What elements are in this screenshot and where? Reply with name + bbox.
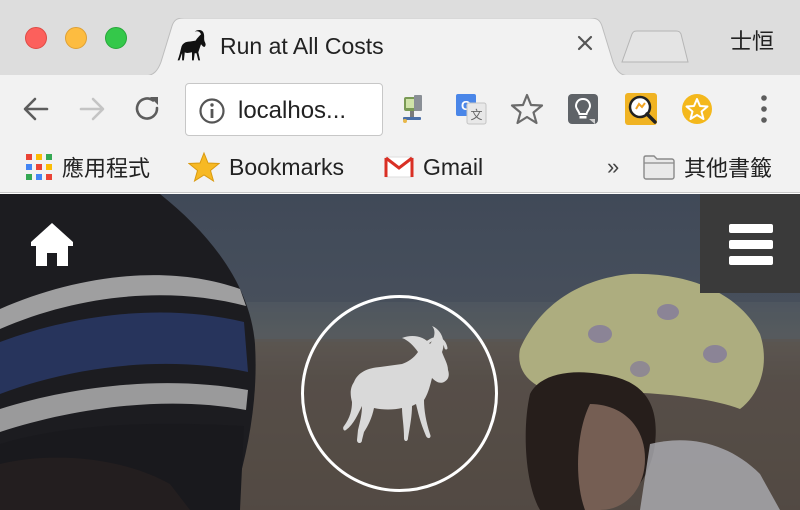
screen-capture-icon[interactable] — [623, 91, 659, 127]
gold-star-icon — [188, 151, 220, 183]
arrow-left-icon[interactable] — [20, 93, 52, 125]
minimize-window-button[interactable] — [65, 27, 87, 49]
bookmark-apps-label: 應用程式 — [62, 157, 151, 182]
google-translate-icon[interactable]: G 文 — [453, 91, 489, 127]
menu-bar-middle — [729, 240, 773, 249]
home-icon[interactable] — [28, 220, 76, 268]
svg-text:文: 文 — [470, 107, 482, 122]
bookmark-other-label: 其他書籤 — [684, 157, 773, 182]
bookmarks-overflow-button[interactable]: » — [607, 150, 619, 184]
more-vertical-icon[interactable] — [754, 93, 774, 125]
sable-antelope-icon — [177, 30, 206, 61]
bookmarks-bar: 應用程式 Bookmarks Gmail » 其他書籤 — [0, 143, 800, 193]
close-icon[interactable] — [572, 30, 598, 56]
new-tab-button[interactable] — [620, 30, 690, 64]
browser-tab-active[interactable]: Run at All Costs — [144, 18, 630, 76]
url-text[interactable]: localhos... — [238, 97, 346, 125]
menu-bar-bottom — [729, 256, 773, 265]
profile-name[interactable]: 士恒 — [730, 24, 774, 56]
menu-bar-top — [729, 224, 773, 233]
reload-icon[interactable] — [132, 93, 164, 125]
tab-title: Run at All Costs — [220, 33, 384, 59]
window-titlebar: Run at All Costs 士恒 — [0, 0, 800, 76]
star-icon[interactable] — [509, 91, 545, 127]
maximize-window-button[interactable] — [105, 27, 127, 49]
apps-grid-icon — [26, 154, 52, 180]
hero-section — [0, 194, 800, 510]
bookmark-gmail[interactable]: Gmail — [384, 150, 483, 184]
gmail-icon — [384, 156, 414, 178]
bookmark-bookmarks-label: Bookmarks — [229, 153, 345, 180]
bookmark-apps[interactable]: 應用程式 — [25, 150, 150, 184]
info-icon[interactable] — [198, 97, 226, 125]
hamburger-menu-icon[interactable] — [700, 194, 800, 293]
close-window-button[interactable] — [25, 27, 47, 49]
bookmark-other-folder[interactable]: 其他書籤 — [643, 150, 772, 184]
sable-antelope-logo[interactable] — [301, 295, 498, 492]
arrow-right-icon[interactable] — [76, 93, 108, 125]
bookmark-gmail-label: Gmail — [423, 153, 484, 180]
bookmark-bookmarks[interactable]: Bookmarks — [188, 150, 344, 184]
lightbulb-icon[interactable] — [565, 91, 601, 127]
address-bar[interactable]: localhos... — [185, 83, 383, 136]
chevron-double-right-icon: » — [607, 154, 620, 179]
folder-icon — [643, 155, 675, 180]
gold-star-badge-icon[interactable] — [679, 91, 715, 127]
browser-toolbar: localhos... G 文 — [0, 75, 800, 143]
sable-antelope-icon — [343, 326, 449, 443]
network-monitor-icon[interactable] — [394, 91, 430, 127]
